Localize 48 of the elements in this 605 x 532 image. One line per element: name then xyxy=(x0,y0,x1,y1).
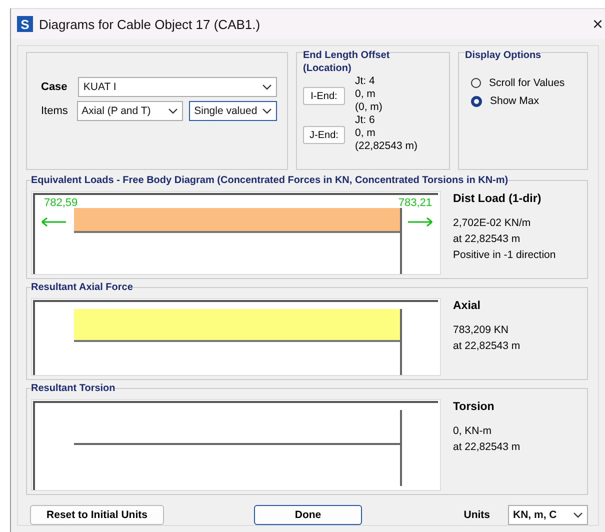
section-title: Resultant Torsion xyxy=(31,383,116,394)
end-button[interactable]: J-End: xyxy=(303,126,345,144)
items-dropdown[interactable]: Single valued xyxy=(189,101,277,121)
arrow-icon xyxy=(41,217,67,227)
radio-option[interactable]: Scroll for Values xyxy=(471,77,565,89)
result-value: Positive in -1 direction xyxy=(453,249,556,261)
radio-option[interactable]: Show Max xyxy=(471,95,540,107)
result-value: at 22,82543 m xyxy=(453,340,520,352)
end-button[interactable]: I-End: xyxy=(303,87,345,105)
result-heading: Torsion xyxy=(453,401,496,413)
group-title: Display Options xyxy=(465,50,542,61)
section-title: Equivalent Loads - Free Body Diagram (Concentrated Forces in KN, Concentrated Torsions in KN-m) xyxy=(31,175,508,186)
offset-value: 0, m xyxy=(355,88,376,101)
units-dropdown[interactable]: KN, m, C xyxy=(508,505,588,525)
force-value: 782,59 xyxy=(44,197,78,209)
joint-label: Jt: 6 xyxy=(355,114,376,127)
result-value: 0, KN-m xyxy=(453,425,493,437)
force-value: 783,21 xyxy=(398,197,432,209)
radio-button[interactable] xyxy=(471,96,482,106)
units-label: Units xyxy=(464,509,490,521)
section-title: Resultant Axial Force xyxy=(31,282,133,293)
group-subtitle: (Location) xyxy=(303,62,352,75)
result-value: 783,209 KN xyxy=(453,324,510,336)
close-button[interactable]: × xyxy=(590,14,605,34)
case-dropdown[interactable]: KUAT I xyxy=(78,77,277,97)
chevron-down-icon xyxy=(262,84,272,90)
group-title: End Length Offset xyxy=(303,49,390,62)
result-value: 2,702E-02 KN/m xyxy=(453,217,532,229)
result-value: at 22,82543 m xyxy=(453,233,522,245)
joint-label: Jt: 4 xyxy=(355,75,376,88)
chevron-down-icon xyxy=(262,108,272,114)
app-logo: S xyxy=(17,16,33,32)
result-heading: Dist Load (1-dir) xyxy=(453,193,542,205)
done-button[interactable]: Done xyxy=(254,505,362,525)
location-value: (0, m) xyxy=(355,101,382,114)
case-label: Case xyxy=(41,81,68,93)
chevron-down-icon xyxy=(573,512,583,518)
location-value: (22,82543 m) xyxy=(355,140,418,153)
reset-button[interactable]: Reset to Initial Units xyxy=(30,505,164,525)
offset-value: 0, m xyxy=(355,127,376,140)
items-dropdown[interactable]: Axial (P and T) xyxy=(76,101,184,121)
chevron-down-icon xyxy=(168,108,178,114)
arrow-icon xyxy=(407,217,433,227)
result-heading: Axial xyxy=(453,300,482,312)
items-label: Items xyxy=(41,105,69,117)
radio-button[interactable] xyxy=(471,78,481,88)
result-value: at 22,82543 m xyxy=(453,441,520,453)
window-title: Diagrams for Cable Object 17 (CAB1.) xyxy=(39,16,262,32)
